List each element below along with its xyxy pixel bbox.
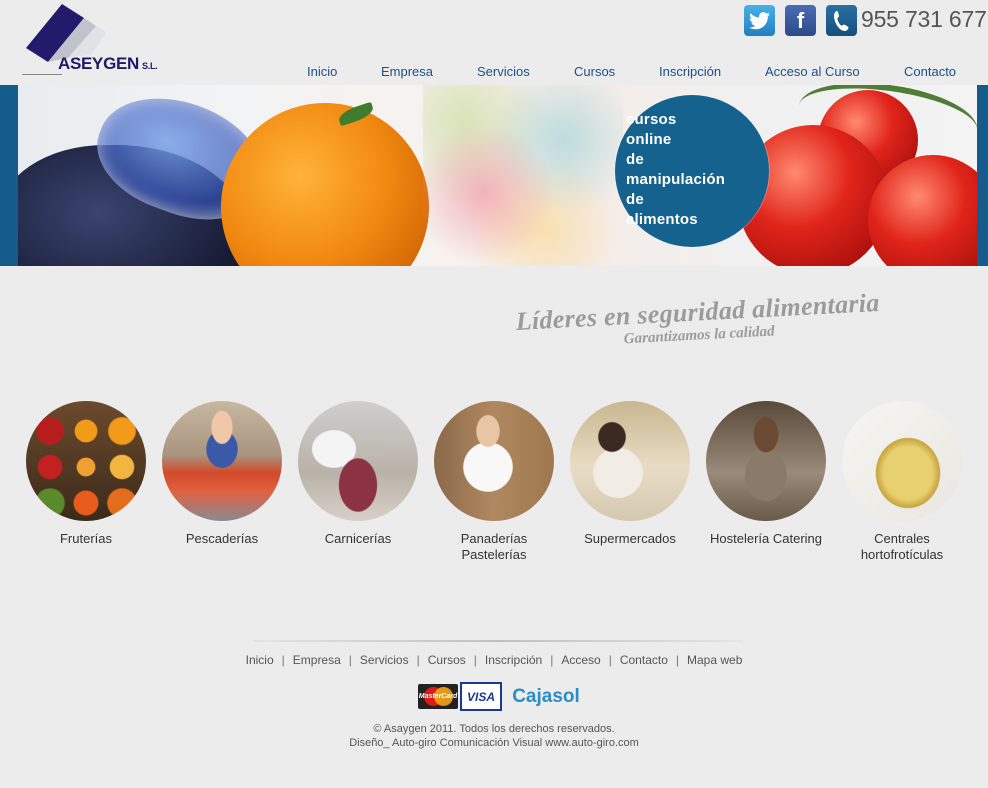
banner-image: cursos online de manipulación de aliment… (18, 85, 977, 266)
facebook-icon[interactable]: f (785, 5, 816, 36)
courses-badge-text: cursos online de manipulación de aliment… (626, 111, 726, 228)
category-label[interactable]: Pescaderías (154, 531, 290, 547)
nav-item-inscripcion[interactable]: Inscripción (659, 64, 721, 79)
footer-nav: Inicio | Empresa | Servicios | Cursos | Inscripc… (245, 653, 743, 667)
cajasol-logo: Cajasol (512, 685, 580, 707)
splash-illustration (423, 85, 623, 266)
category-hosteleria[interactable]: Hostelería Catering (698, 401, 834, 547)
footer-link-cursos[interactable]: Cursos (428, 653, 466, 667)
copyright: © Asaygen 2011. Todos los derechos reser… (0, 722, 988, 750)
nav-item-contacto[interactable]: Contacto (904, 64, 956, 79)
category-label[interactable]: Hostelería Catering (698, 531, 834, 547)
footer-link-mapa-web[interactable]: Mapa web (687, 653, 742, 667)
nav-item-inicio[interactable]: Inicio (307, 64, 337, 79)
copyright-text: © Asaygen 2011. Todos los derechos reser… (373, 723, 615, 735)
category-list: Fruterías Pescaderías Carnicerías Panade… (0, 401, 988, 571)
mastercard-icon: MasterCard (418, 684, 458, 709)
twitter-icon[interactable] (744, 5, 775, 36)
category-photo[interactable] (842, 401, 962, 521)
category-photo[interactable] (570, 401, 690, 521)
category-label[interactable]: Panaderías Pastelerías (449, 531, 539, 563)
footer-link-contacto[interactable]: Contacto (620, 653, 668, 667)
visa-icon: VISA (460, 682, 502, 711)
category-carnicerias[interactable]: Carnicerías (290, 401, 426, 547)
main-nav: Inicio Empresa Servicios Cursos Inscripc… (0, 64, 988, 82)
orange-illustration (221, 103, 429, 266)
payment-logos: MasterCard VISA Cajasol (418, 682, 582, 711)
category-fruterias[interactable]: Fruterías (18, 401, 154, 547)
footer-divider (253, 640, 743, 642)
nav-item-empresa[interactable]: Empresa (381, 64, 433, 79)
category-label[interactable]: Fruterías (18, 531, 154, 547)
phone-icon (826, 5, 857, 36)
category-photo[interactable] (162, 401, 282, 521)
category-pescaderias[interactable]: Pescaderías (154, 401, 290, 547)
footer-link-servicios[interactable]: Servicios (360, 653, 409, 667)
hero-banner: cursos online de manipulación de aliment… (0, 85, 988, 266)
footer-link-empresa[interactable]: Empresa (293, 653, 341, 667)
category-photo[interactable] (434, 401, 554, 521)
category-photo[interactable] (298, 401, 418, 521)
footer-link-inicio[interactable]: Inicio (246, 653, 274, 667)
category-label[interactable]: Supermercados (562, 531, 698, 547)
footer-link-inscripcion[interactable]: Inscripción (485, 653, 542, 667)
category-supermercados[interactable]: Supermercados (562, 401, 698, 547)
credits-text: Diseño_ Auto-giro Comunicación Visual ww… (349, 737, 639, 749)
category-centrales[interactable]: Centrales hortofrotículas (834, 401, 970, 563)
nav-item-servicios[interactable]: Servicios (477, 64, 530, 79)
tagline: Líderes en seguridad alimentaria Garanti… (515, 287, 897, 354)
phone-number: 955 731 677 (861, 6, 987, 32)
category-photo[interactable] (26, 401, 146, 521)
category-panaderias[interactable]: Panaderías Pastelerías (426, 401, 562, 563)
category-label[interactable]: Carnicerías (290, 531, 426, 547)
category-photo[interactable] (706, 401, 826, 521)
footer-link-acceso[interactable]: Acceso (561, 653, 600, 667)
nav-item-cursos[interactable]: Cursos (574, 64, 615, 79)
category-label[interactable]: Centrales hortofrotículas (854, 531, 950, 563)
nav-item-acceso-al-curso[interactable]: Acceso al Curso (765, 64, 860, 79)
social-links: f (744, 5, 857, 36)
